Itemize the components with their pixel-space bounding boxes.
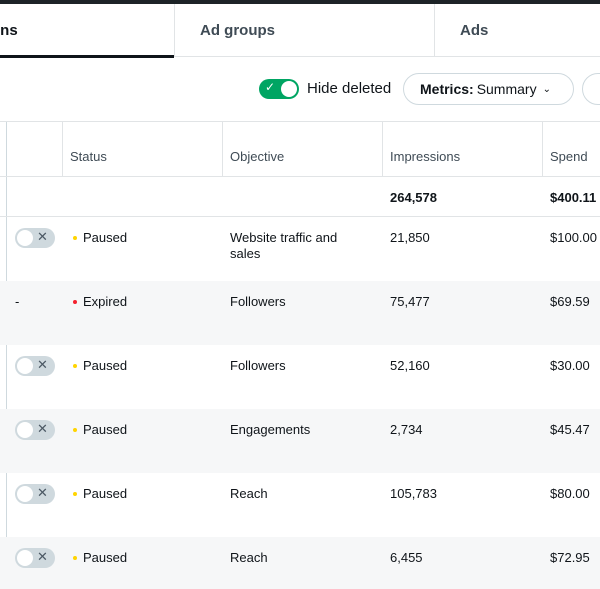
- status-dot: [73, 556, 77, 560]
- spend-cell: $80.00: [550, 486, 590, 501]
- active-tab-underline: [0, 55, 174, 58]
- spend-cell: $30.00: [550, 358, 590, 373]
- hide-deleted-toggle[interactable]: ✓: [259, 79, 299, 99]
- toggle-knob: [281, 81, 297, 97]
- status-text: Expired: [83, 294, 128, 309]
- status-dot: [73, 428, 77, 432]
- header-impressions[interactable]: Impressions: [390, 149, 460, 164]
- x-icon: ✕: [37, 485, 48, 500]
- column-divider: [542, 122, 543, 177]
- status-cell: Paused: [73, 358, 127, 374]
- table-row[interactable]: ✕ Paused Reach 105,783 $80.00: [0, 473, 600, 537]
- tab-campaigns-label: gns: [0, 22, 18, 39]
- header-objective[interactable]: Objective: [230, 149, 284, 164]
- campaign-status-toggle[interactable]: ✕: [15, 228, 55, 248]
- tab-ads[interactable]: Ads: [434, 4, 600, 57]
- campaigns-table: Status Objective Impressions Spend 264,5…: [0, 121, 600, 589]
- status-cell: Paused: [73, 230, 127, 246]
- toggle-knob: [17, 486, 33, 502]
- impressions-cell: 75,477: [390, 294, 430, 309]
- spend-cell: $45.47: [550, 422, 590, 437]
- spend-cell: $72.95: [550, 550, 590, 565]
- tab-ad-groups-label: Ad groups: [200, 22, 275, 39]
- objective-cell: Reach: [230, 550, 268, 565]
- objective-cell: Followers: [230, 294, 286, 309]
- campaign-status-toggle[interactable]: ✕: [15, 356, 55, 376]
- table-row[interactable]: ✕ Paused Followers 52,160 $30.00: [0, 345, 600, 409]
- status-cell: Paused: [73, 550, 127, 566]
- toggle-knob: [17, 358, 33, 374]
- chevron-down-icon: ⌄: [542, 83, 551, 95]
- objective-cell: Reach: [230, 486, 268, 501]
- table-row[interactable]: ✕ Paused Website traffic and sales 21,85…: [0, 217, 600, 281]
- toggle-knob: [17, 550, 33, 566]
- status-text: Paused: [83, 230, 128, 245]
- table-row[interactable]: ✕ Paused Reach 6,455 $72.95: [0, 537, 600, 589]
- status-cell: Paused: [73, 422, 127, 438]
- status-text: Paused: [83, 486, 128, 501]
- toggle-knob: [17, 422, 33, 438]
- status-dot: [73, 300, 77, 304]
- check-icon: ✓: [265, 80, 276, 94]
- impressions-cell: 21,850: [390, 230, 430, 245]
- column-divider: [62, 122, 63, 177]
- total-impressions: 264,578: [390, 190, 437, 205]
- status-dot: [73, 492, 77, 496]
- spend-cell: $69.59: [550, 294, 590, 309]
- x-icon: ✕: [37, 357, 48, 372]
- tab-ad-groups[interactable]: Ad groups: [174, 4, 434, 57]
- metrics-dropdown-button[interactable]: Metrics: Summary ⌄: [403, 73, 574, 105]
- more-options-button[interactable]: [582, 73, 600, 105]
- x-icon: ✕: [37, 421, 48, 436]
- x-icon: ✕: [37, 549, 48, 564]
- tab-bar: gns Ad groups Ads: [0, 4, 600, 58]
- tab-campaigns[interactable]: gns: [0, 4, 174, 58]
- toggle-placeholder: -: [15, 294, 20, 309]
- column-divider: [382, 122, 383, 177]
- impressions-cell: 6,455: [390, 550, 423, 565]
- impressions-cell: 52,160: [390, 358, 430, 373]
- table-controls: ✓ Hide deleted Metrics: Summary ⌄: [0, 72, 600, 106]
- hide-deleted-label: Hide deleted: [307, 80, 392, 97]
- status-text: Paused: [83, 422, 128, 437]
- status-text: Paused: [83, 550, 128, 565]
- column-divider: [222, 122, 223, 177]
- objective-cell: Followers: [230, 358, 286, 373]
- objective-cell: Engagements: [230, 422, 311, 437]
- status-dot: [73, 236, 77, 240]
- metrics-label: Metrics:: [420, 81, 474, 97]
- table-header-row: Status Objective Impressions Spend: [0, 122, 600, 177]
- status-cell: Paused: [73, 486, 127, 502]
- status-dot: [73, 364, 77, 368]
- campaign-status-toggle[interactable]: ✕: [15, 420, 55, 440]
- x-icon: ✕: [37, 229, 48, 244]
- metrics-value: Summary: [476, 81, 537, 97]
- table-row[interactable]: - Expired Followers 75,477 $69.59: [0, 281, 600, 345]
- objective-cell: Website traffic and sales: [230, 230, 338, 261]
- tab-ads-label: Ads: [460, 22, 489, 39]
- campaign-status-toggle[interactable]: ✕: [15, 484, 55, 504]
- status-cell: Expired: [73, 294, 127, 310]
- impressions-cell: 2,734: [390, 422, 423, 437]
- campaign-status-toggle[interactable]: ✕: [15, 548, 55, 568]
- status-text: Paused: [83, 358, 128, 373]
- header-status[interactable]: Status: [70, 149, 107, 164]
- table-row[interactable]: ✕ Paused Engagements 2,734 $45.47: [0, 409, 600, 473]
- spend-cell: $100.00: [550, 230, 597, 245]
- impressions-cell: 105,783: [390, 486, 437, 501]
- totals-row: 264,578 $400.11: [0, 177, 600, 217]
- total-spend: $400.11: [550, 190, 597, 205]
- toggle-knob: [17, 230, 33, 246]
- header-spend[interactable]: Spend: [550, 149, 588, 164]
